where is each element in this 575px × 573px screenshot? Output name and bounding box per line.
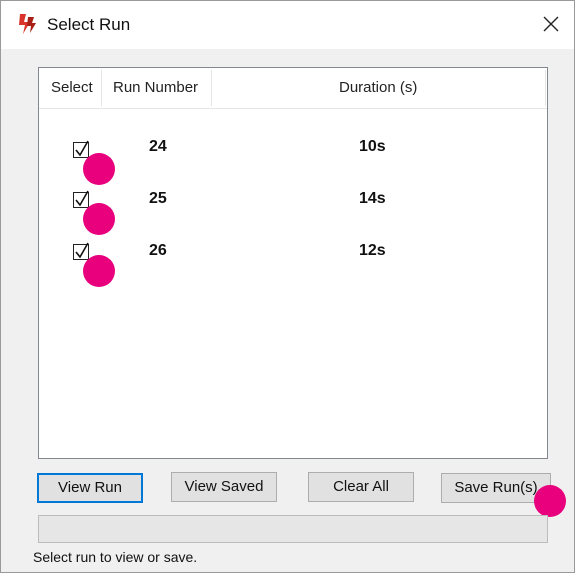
run-number-cell: 26 — [149, 242, 167, 259]
click-marker — [83, 255, 115, 287]
view-run-button[interactable]: View Run — [37, 473, 143, 503]
row-checkbox[interactable] — [73, 190, 89, 208]
close-icon — [543, 16, 559, 32]
run-number-cell: 24 — [149, 138, 167, 155]
view-saved-button[interactable]: View Saved — [171, 472, 277, 502]
duration-cell: 10s — [359, 138, 386, 155]
select-run-dialog: Select Run Select Run Number Duration (s… — [0, 0, 575, 573]
status-text: Select run to view or save. — [33, 549, 198, 565]
checkmark-icon — [75, 190, 89, 207]
column-header-duration[interactable]: Duration (s) — [339, 68, 417, 108]
header-divider — [211, 70, 212, 106]
click-marker — [534, 485, 566, 517]
checkmark-icon — [75, 242, 89, 259]
run-number-cell: 25 — [149, 190, 167, 207]
checkmark-icon — [75, 140, 89, 157]
table-row[interactable]: 24 10s — [39, 138, 547, 190]
clear-all-button[interactable]: Clear All — [308, 472, 414, 502]
duration-cell: 14s — [359, 190, 386, 207]
progress-bar — [38, 515, 548, 543]
title-bar: Select Run — [1, 1, 574, 49]
list-header: Select Run Number Duration (s) — [39, 68, 547, 109]
column-header-select[interactable]: Select — [51, 68, 93, 108]
row-checkbox[interactable] — [73, 140, 89, 158]
table-row[interactable]: 25 14s — [39, 190, 547, 242]
close-button[interactable] — [534, 7, 568, 41]
window-title: Select Run — [47, 15, 131, 34]
click-marker — [83, 203, 115, 235]
duration-cell: 12s — [359, 242, 386, 259]
click-marker — [83, 153, 115, 185]
column-header-run-number[interactable]: Run Number — [113, 68, 198, 108]
header-divider — [545, 70, 546, 106]
app-logo-icon — [17, 13, 37, 35]
row-checkbox[interactable] — [73, 242, 89, 260]
table-row[interactable]: 26 12s — [39, 242, 547, 294]
runs-list[interactable]: Select Run Number Duration (s) 24 10s 25 — [38, 67, 548, 459]
header-divider — [101, 70, 102, 106]
